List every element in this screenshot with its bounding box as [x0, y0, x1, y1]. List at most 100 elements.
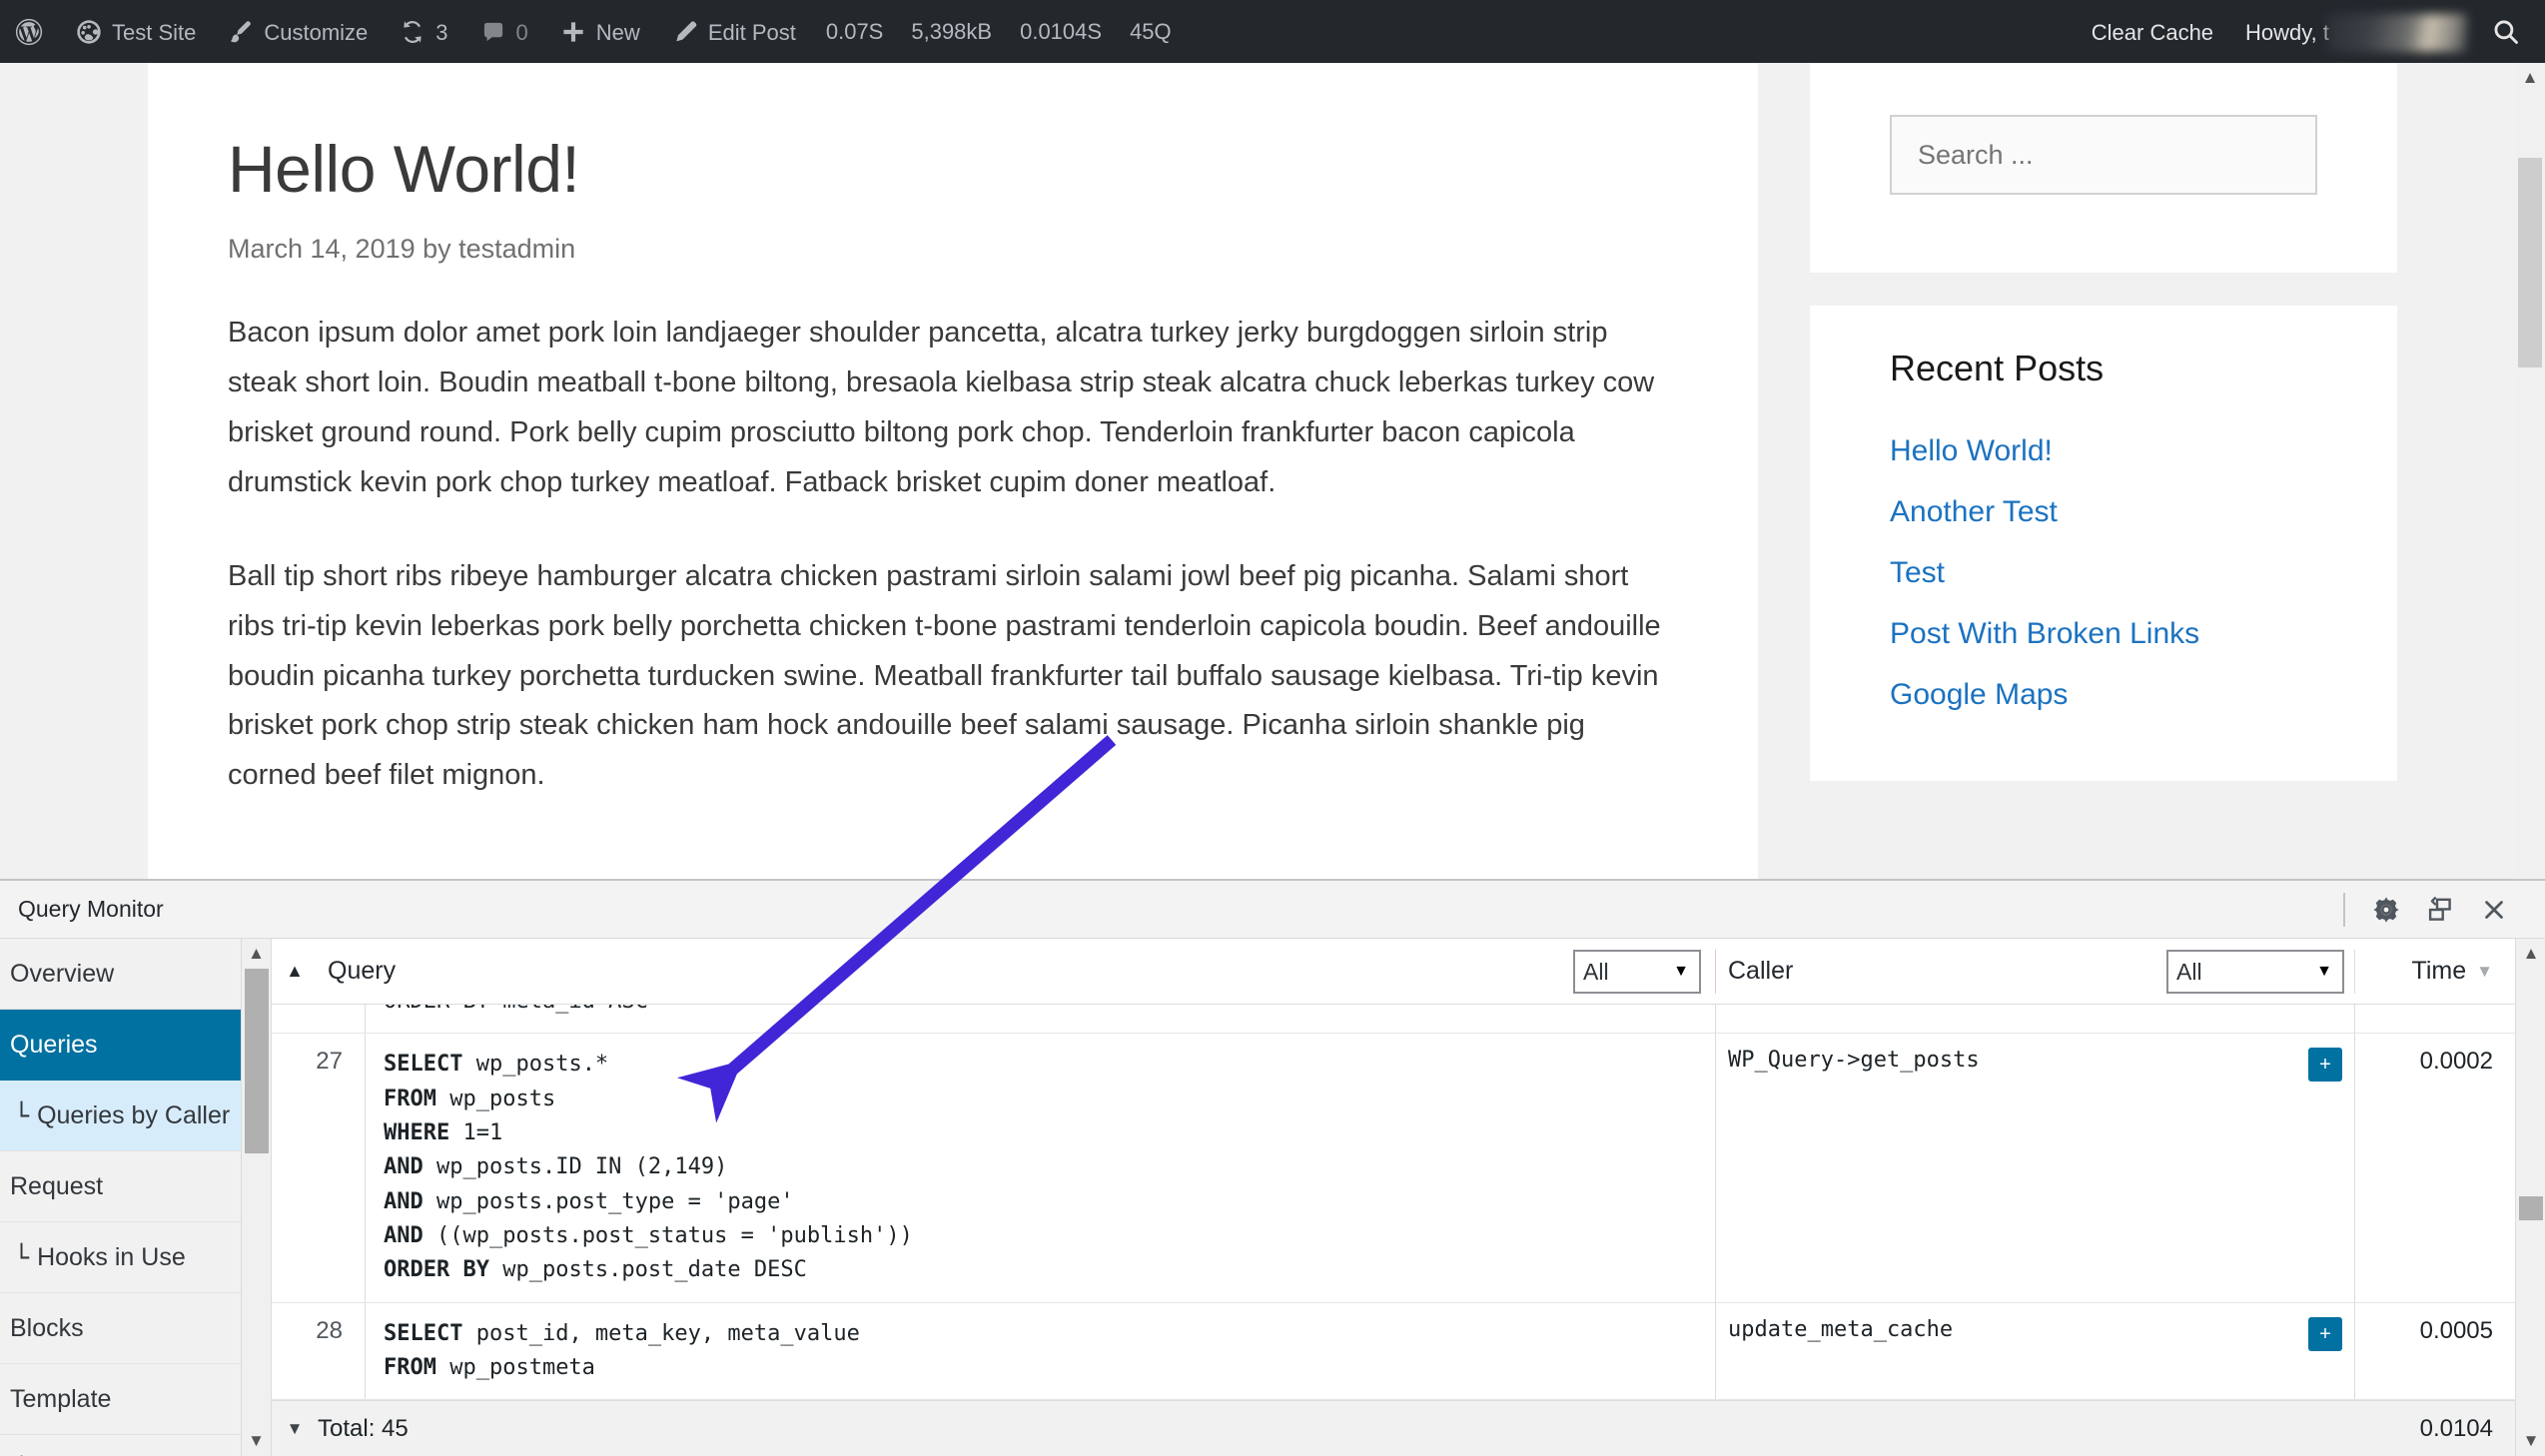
query-monitor-window-controls: [2343, 881, 2545, 939]
collapse-arrow-icon[interactable]: ▼: [272, 1419, 318, 1439]
page-scrollbar[interactable]: ▲: [2515, 63, 2545, 877]
sql-keyword: AND: [384, 1154, 424, 1180]
sidebar-item-label: Template: [10, 1384, 112, 1413]
scroll-up-arrow-icon[interactable]: ▲: [2515, 63, 2545, 93]
admin-bar-site-name[interactable]: Test Site: [60, 0, 212, 63]
sidebar-item-label: Queries: [10, 1030, 98, 1059]
table-row: 28 SELECT post_id, meta_key, meta_value …: [272, 1302, 2515, 1400]
search-input[interactable]: [1890, 115, 2317, 195]
nav-scrollbar[interactable]: ▲ ▼: [241, 939, 271, 1456]
sidebar-item-queries[interactable]: Queries: [0, 1010, 271, 1081]
admin-bar-search[interactable]: [2477, 17, 2545, 47]
query-filter-wrap: All ▼: [1573, 949, 1715, 994]
admin-bar-customize[interactable]: Customize: [212, 0, 384, 63]
row-sql: SELECT post_id, meta_key, meta_value FRO…: [366, 1302, 1716, 1400]
scroll-up-arrow-icon[interactable]: ▲: [242, 939, 272, 969]
sidebar-item-overview[interactable]: Overview: [0, 939, 271, 1010]
admin-bar-metric-db-time[interactable]: 0.0104S: [1006, 19, 1116, 45]
admin-bar-howdy-label: Howdy, t: [2245, 19, 2329, 45]
expand-caller-button[interactable]: +: [2308, 1316, 2342, 1351]
page-scrollbar-thumb[interactable]: [2518, 158, 2542, 367]
avatar-username-redacted: [2327, 13, 2467, 52]
restore-window-icon[interactable]: [2413, 881, 2467, 939]
expand-caller-button[interactable]: +: [2308, 1048, 2342, 1083]
admin-bar-my-account[interactable]: Howdy, t: [2229, 13, 2477, 52]
recent-posts-widget: Recent Posts Hello World! Another Test T…: [1810, 306, 2397, 781]
sort-descending-icon[interactable]: ▼: [2476, 962, 2493, 982]
sql-line: WHERE 1=1: [384, 1116, 1705, 1150]
sidebar-item-hooks-in-use-template[interactable]: └ Hooks in Use: [0, 1435, 271, 1456]
post-paragraph: Bacon ipsum dolor amet pork loin landjae…: [228, 317, 1655, 498]
queries-total-label: Total: 45: [318, 1414, 409, 1442]
recent-post-link[interactable]: Post With Broken Links: [1890, 617, 2199, 650]
table-row: ORDER BY meta_id ASC: [272, 1005, 2515, 1035]
caller-filter-wrap: All ▼: [2166, 949, 2354, 994]
sidebar-item-hooks-in-use-request[interactable]: └ Hooks in Use: [0, 1222, 271, 1293]
sidebar-item-queries-by-caller[interactable]: └ Queries by Caller: [0, 1081, 271, 1151]
admin-bar-comments[interactable]: 0: [464, 0, 544, 63]
row-caller: update_meta_cache +: [1716, 1302, 2355, 1400]
row-caller: WP_Query->get_posts +: [1716, 1034, 2355, 1302]
recent-post-link[interactable]: Google Maps: [1890, 678, 2068, 711]
sidebar-item-label: Overview: [10, 959, 115, 988]
table-header-row: ▲ Query All ▼ Caller All ▼ Time ▼: [272, 939, 2515, 1005]
row-sql: ORDER BY meta_id ASC: [366, 1005, 1716, 1034]
post-meta: March 14, 2019 by testadmin: [228, 234, 576, 265]
row-caller-label: WP_Query->get_posts: [1728, 1048, 1980, 1074]
page-title: Hello World!: [228, 132, 580, 206]
gear-icon[interactable]: [2359, 881, 2413, 939]
admin-bar-metric-memory[interactable]: 5,398kB: [897, 19, 1006, 45]
admin-bar-metric-page-time[interactable]: 0.07S: [812, 19, 898, 45]
admin-bar-edit-post[interactable]: Edit Post: [656, 0, 812, 63]
sql-text: wp_postmeta: [435, 1354, 595, 1380]
admin-bar-clear-cache-label: Clear Cache: [2091, 19, 2214, 45]
sql-text: wp_posts.ID IN (2,149): [423, 1154, 728, 1180]
query-filter-select[interactable]: All: [1573, 949, 1701, 994]
admin-bar-updates-count: 3: [435, 19, 448, 45]
sql-line: ORDER BY meta_id ASC: [384, 1005, 1705, 1019]
search-icon: [2491, 17, 2521, 47]
column-header-caller: Caller All ▼: [1716, 949, 2355, 994]
row-time: 0.0002: [2419, 1048, 2493, 1076]
scroll-up-arrow-icon[interactable]: ▲: [2516, 939, 2545, 969]
admin-bar-new[interactable]: New: [544, 0, 656, 63]
sql-text: wp_posts: [435, 1086, 556, 1111]
sidebar-item-blocks[interactable]: Blocks: [0, 1293, 271, 1364]
recent-post-link[interactable]: Another Test: [1890, 495, 2058, 528]
table-scrollbar-thumb[interactable]: [2519, 1196, 2543, 1220]
close-icon[interactable]: [2467, 881, 2521, 939]
sql-keyword: WHERE: [384, 1119, 450, 1145]
sql-line: ORDER BY wp_posts.post_date DESC: [384, 1253, 1705, 1287]
sort-ascending-icon[interactable]: ▲: [272, 961, 318, 982]
sql-keyword: SELECT: [384, 1052, 463, 1078]
caller-filter-select[interactable]: All: [2166, 949, 2344, 994]
sql-keyword: SELECT: [384, 1320, 463, 1346]
query-filter-select-wrap: All ▼: [1573, 949, 1701, 994]
widget-divider: [1810, 273, 2397, 306]
sidebar-item-template[interactable]: Template: [0, 1364, 271, 1435]
post-paragraph: Ball tip short ribs ribeye hamburger alc…: [228, 559, 1661, 792]
nav-scrollbar-thumb[interactable]: [245, 969, 269, 1153]
admin-bar-right-group: Clear Cache Howdy, t: [2076, 0, 2545, 63]
admin-bar-updates[interactable]: 3: [384, 0, 463, 63]
search-widget: [1810, 63, 2397, 273]
recent-post-link[interactable]: Hello World!: [1890, 434, 2053, 467]
admin-bar-clear-cache[interactable]: Clear Cache: [2076, 0, 2229, 63]
sql-line: FROM wp_posts: [384, 1083, 1705, 1116]
sidebar-item-request[interactable]: Request: [0, 1151, 271, 1222]
scroll-down-arrow-icon[interactable]: ▼: [242, 1426, 272, 1456]
query-monitor-body: Overview Queries └ Queries by Caller Req…: [0, 939, 2545, 1456]
scroll-down-arrow-icon[interactable]: ▼: [2516, 1426, 2545, 1456]
recent-post-link[interactable]: Test: [1890, 556, 1945, 589]
column-header-time-label: Time: [2411, 957, 2467, 985]
table-scrollbar[interactable]: ▲ ▼: [2515, 939, 2545, 1456]
column-header-time[interactable]: Time ▼: [2355, 957, 2515, 986]
admin-bar-metric-query-count[interactable]: 45Q: [1116, 19, 1186, 45]
admin-bar-wordpress-logo[interactable]: [0, 0, 60, 63]
admin-bar-comments-count: 0: [515, 19, 528, 45]
admin-bar-edit-post-label: Edit Post: [707, 19, 796, 45]
admin-bar-customize-label: Customize: [264, 19, 369, 45]
sql-keyword: FROM: [384, 1354, 436, 1380]
wp-admin-bar: Test Site Customize 3 0 New Edit Post 0.…: [0, 0, 2545, 63]
dashboard-site-icon: [76, 19, 102, 45]
